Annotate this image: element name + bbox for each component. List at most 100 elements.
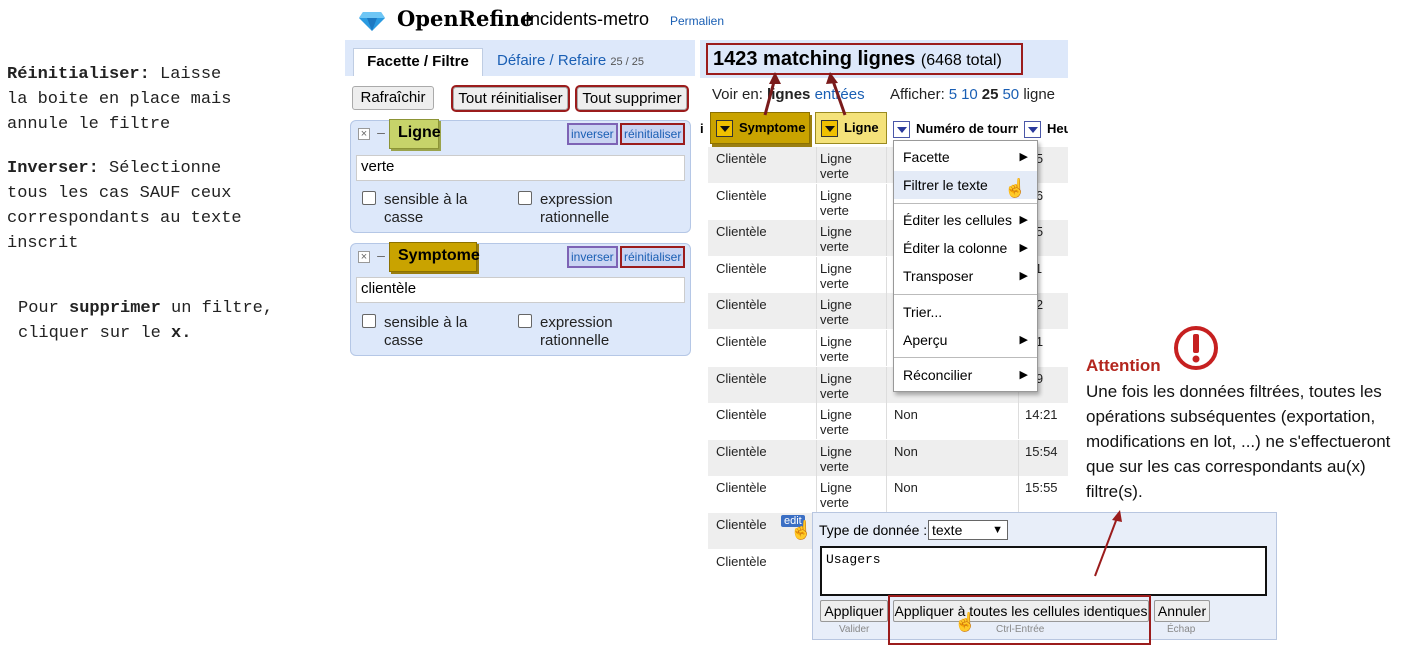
table-row: Clientèle Ligne verte Non 15:55 [708,476,1068,513]
cell-ligne[interactable]: Ligne verte [820,444,880,474]
page-size-5[interactable]: 5 [949,86,957,103]
page-size-50[interactable]: 50 [1002,86,1019,103]
attention-title: Attention [1086,356,1161,375]
facet-title: Symptome [389,242,480,272]
annotation-arrow [1094,510,1122,577]
openrefine-logo-icon [359,12,385,31]
column-divider [816,439,817,476]
cell-heure[interactable]: 15:54 [1025,444,1068,459]
menu-item-facet[interactable]: Facette ▶ [894,143,1037,171]
tab-undo-redo[interactable]: Défaire / Refaire 25 / 25 [497,52,644,69]
menu-divider [894,357,1037,358]
cell-numero[interactable]: Non [894,407,1014,422]
menu-item-transpose[interactable]: Transposer ▶ [894,262,1037,290]
minimize-icon[interactable]: – [375,125,387,140]
column-divider [816,293,817,330]
menu-item-edit-cells[interactable]: Éditer les cellules ▶ [894,206,1037,234]
menu-item-view[interactable]: Aperçu ▶ [894,326,1037,354]
dropdown-icon[interactable] [1024,121,1041,139]
cell-symptome[interactable]: Clientèle [716,297,816,312]
facet-text-input[interactable]: verte [356,155,685,181]
case-checkbox[interactable] [362,191,376,205]
menu-item-sort[interactable]: Trier... [894,298,1037,326]
permalink-link[interactable]: Permalien [670,14,724,28]
app-name[interactable]: OpenRefine [397,6,533,31]
annotation-arrows [763,72,847,116]
cell-heure[interactable]: 14:21 [1025,407,1068,422]
column-divider [816,147,817,183]
cell-symptome[interactable]: Clientèle [716,554,816,569]
submenu-arrow-icon: ▶ [1019,334,1028,346]
cell-ligne[interactable]: Ligne verte [820,188,880,218]
submenu-arrow-icon: ▶ [1019,151,1028,163]
facet-title: Ligne [389,119,441,149]
cell-ligne[interactable]: Ligne verte [820,224,880,254]
column-header-index: i [700,121,704,136]
reset-all-button[interactable]: Tout réinitialiser [451,85,570,112]
cell-symptome[interactable]: Clientèle [716,371,816,386]
cell-symptome[interactable]: Clientèle [716,407,816,422]
cell-ligne[interactable]: Ligne verte [820,297,880,327]
invert-link[interactable]: inverser [567,246,618,268]
cell-symptome[interactable]: Clientèle [716,334,816,349]
attention-text: Une fois les données filtrées, toutes le… [1086,382,1391,501]
cell-ligne[interactable]: Ligne verte [820,334,880,364]
dropdown-icon[interactable] [716,120,733,138]
column-divider [886,439,887,476]
menu-item-reconcile[interactable]: Réconcilier ▶ [894,361,1037,389]
hand-cursor-icon: ☝ [1004,178,1027,198]
project-name[interactable]: Incidents-metro [525,9,649,30]
close-icon[interactable]: × [358,251,370,263]
cell-symptome[interactable]: Clientèle [716,188,816,203]
reset-link[interactable]: réinitialiser [620,123,686,145]
cell-heure[interactable]: 15:55 [1025,480,1068,495]
column-divider [816,256,817,293]
column-divider [886,476,887,513]
warning-icon [1174,326,1218,370]
case-checkbox[interactable] [362,314,376,328]
cell-symptome[interactable]: Clientèle [716,224,816,239]
menu-divider [894,294,1037,295]
data-type-select[interactable]: texte ▼ [928,520,1008,540]
cell-symptome[interactable]: Clientèle [716,444,816,459]
menu-divider [894,203,1037,204]
submenu-arrow-icon: ▶ [1019,242,1028,254]
cell-symptome[interactable]: Clientèle [716,480,816,495]
refresh-button[interactable]: Rafraîchir [352,86,434,110]
cell-symptome[interactable]: Clientèle [716,261,816,276]
cancel-button[interactable]: Annuler [1154,600,1210,622]
regex-checkbox[interactable] [518,191,532,205]
dropdown-icon[interactable] [821,120,838,138]
cell-numero[interactable]: Non [894,444,1014,459]
facet-text-input[interactable]: clientèle [356,277,685,303]
cell-numero[interactable]: Non [894,480,1014,495]
page-size-10[interactable]: 10 [961,86,978,103]
hand-cursor-icon: ☝ [954,612,977,632]
page-size-25[interactable]: 25 [982,86,999,103]
dropdown-icon[interactable] [893,121,910,139]
cell-symptome[interactable]: Clientèle [716,151,816,166]
regex-checkbox[interactable] [518,314,532,328]
highlight-apply-all [888,595,1151,645]
cell-ligne[interactable]: Ligne verte [820,261,880,291]
invert-link[interactable]: inverser [567,123,618,145]
remove-all-button[interactable]: Tout supprimer [575,85,689,112]
menu-item-edit-column[interactable]: Éditer la colonne ▶ [894,234,1037,262]
close-icon[interactable]: × [358,128,370,140]
column-divider [886,147,887,183]
case-label: sensible à la casse [384,191,468,226]
cell-ligne[interactable]: Ligne verte [820,407,880,437]
cell-value-textarea[interactable] [820,546,1267,596]
minimize-icon[interactable]: – [375,248,387,263]
column-divider [886,220,887,257]
hint-apply: Valider [839,624,870,635]
apply-button[interactable]: Appliquer [820,600,888,622]
reset-link[interactable]: réinitialiser [620,246,686,268]
cell-ligne[interactable]: Ligne verte [820,371,880,401]
tab-facets[interactable]: Facette / Filtre [353,48,483,76]
annotation-invert: Inverser: Sélectionne tous les cas SAUF … [7,159,242,253]
table-row: Clientèle Ligne verte Non 14:21 [708,403,1068,440]
cell-ligne[interactable]: Ligne verte [820,480,880,510]
cell-ligne[interactable]: Ligne verte [820,151,880,181]
column-divider [886,366,887,403]
